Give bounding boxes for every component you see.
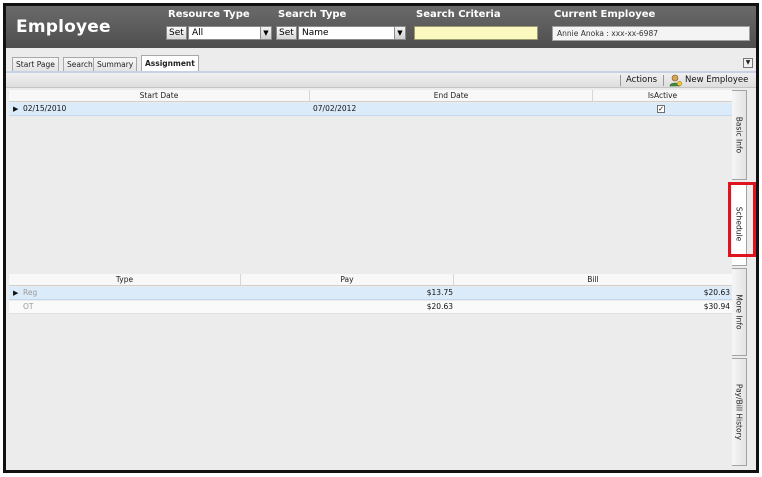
pay-grid-header: Type Pay Bill (9, 274, 732, 286)
side-tab-more-info[interactable]: More Info (732, 268, 747, 356)
search-criteria-label: Search Criteria (416, 9, 501, 20)
column-start-date[interactable]: Start Date (9, 90, 310, 102)
screenshot-frame: Employee Resource Type Set All ▼ Search … (0, 0, 762, 477)
side-tab-pay-bill-history[interactable]: Pay/Bill History (732, 358, 747, 466)
search-criteria-input[interactable] (414, 26, 538, 40)
table-row[interactable]: ▶ Reg $13.75 $20.63 (9, 287, 732, 300)
tab-start-page[interactable]: Start Page (12, 57, 59, 72)
new-employee-button[interactable]: New Employee (685, 74, 748, 87)
column-type[interactable]: Type (9, 274, 241, 286)
column-is-active[interactable]: IsActive (593, 90, 732, 102)
column-bill[interactable]: Bill (454, 274, 732, 286)
pay-bill-grid: Type Pay Bill ▶ Reg $13.75 $20.63 OT $20… (9, 274, 732, 464)
bill-cell: $20.63 (703, 288, 730, 297)
pay-cell: $20.63 (426, 302, 453, 311)
tab-assignment[interactable]: Assignment (141, 55, 199, 72)
new-employee-icon[interactable] (669, 74, 682, 87)
is-active-checkbox[interactable]: ✓ (657, 105, 665, 113)
row-indicator-icon: ▶ (13, 105, 19, 113)
side-tab-basic-info[interactable]: Basic Info (732, 90, 747, 180)
resource-type-label: Resource Type (168, 9, 250, 20)
chevron-down-icon[interactable]: ▼ (394, 27, 405, 39)
header-bar: Employee Resource Type Set All ▼ Search … (6, 6, 756, 48)
table-row[interactable]: OT $20.63 $30.94 (9, 301, 732, 314)
employee-window: Employee Resource Type Set All ▼ Search … (3, 3, 759, 473)
highlight-box (728, 182, 756, 257)
end-date-cell: 07/02/2012 (313, 104, 357, 113)
start-date-cell: 02/15/2010 (23, 104, 67, 113)
pay-cell: $13.75 (426, 288, 453, 297)
column-pay[interactable]: Pay (241, 274, 454, 286)
assignment-grid-header: Start Date End Date IsActive (9, 90, 732, 102)
search-type-select[interactable]: Name ▼ (298, 26, 406, 40)
search-type-value: Name (302, 28, 329, 38)
resource-type-value: All (192, 28, 204, 38)
resource-type-select[interactable]: All ▼ (188, 26, 272, 40)
assignment-grid: Start Date End Date IsActive ▶ 02/15/201… (9, 90, 732, 270)
side-tab-label: Basic Info (734, 116, 744, 154)
type-cell: OT (23, 302, 34, 311)
current-employee-field: Annie Anoka : xxx-xx-6987 (552, 26, 750, 41)
separator (620, 75, 621, 86)
row-indicator-icon: ▶ (13, 289, 19, 297)
column-end-date[interactable]: End Date (310, 90, 593, 102)
side-tab-label: Pay/Bill History (734, 383, 744, 441)
search-type-set-button[interactable]: Set (276, 26, 297, 40)
separator (663, 75, 664, 86)
side-tab-label: More Info (734, 294, 744, 330)
bill-cell: $30.94 (703, 302, 730, 311)
action-bar: Actions New Employee (6, 73, 756, 88)
search-type-label: Search Type (278, 9, 347, 20)
type-cell: Reg (23, 288, 38, 297)
resource-type-set-button[interactable]: Set (166, 26, 187, 40)
app-title: Employee (16, 17, 111, 37)
tab-bar: Start Page Search Summary Assignment ▼ (6, 49, 756, 72)
current-employee-label: Current Employee (554, 9, 656, 20)
table-row[interactable]: ▶ 02/15/2010 07/02/2012 ✓ (9, 103, 732, 116)
tab-search[interactable]: Search (63, 57, 97, 72)
chevron-down-icon[interactable]: ▼ (260, 27, 271, 39)
actions-menu[interactable]: Actions (626, 74, 657, 87)
tab-menu-chevron-icon[interactable]: ▼ (743, 58, 753, 68)
tab-summary[interactable]: Summary (93, 57, 138, 72)
